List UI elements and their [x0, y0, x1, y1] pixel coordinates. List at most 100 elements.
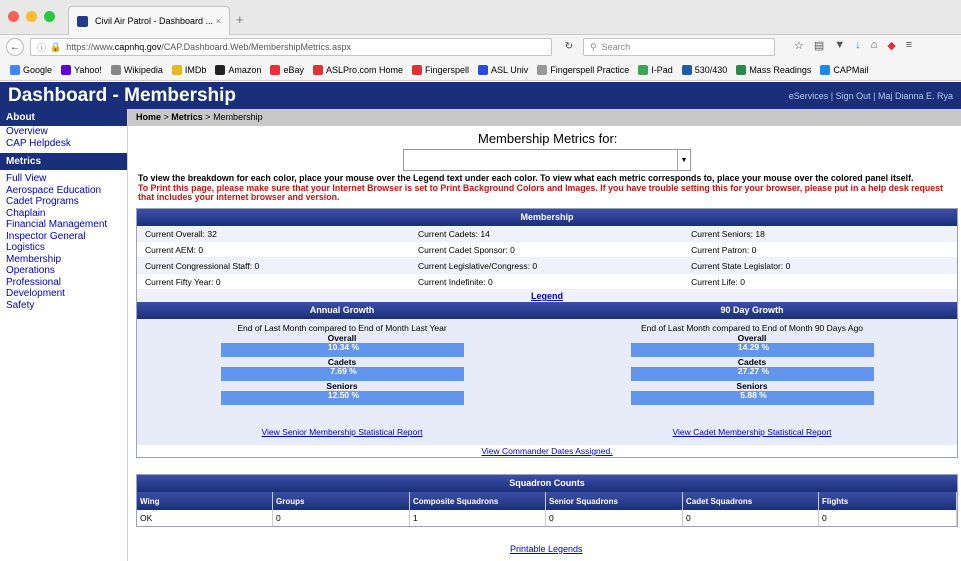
- bookmark-star-icon[interactable]: ☆: [794, 39, 804, 52]
- breadcrumb-metrics[interactable]: Metrics: [171, 112, 203, 122]
- growth-value: 5.88 %: [740, 390, 767, 400]
- bookmark-item[interactable]: Fingerspell: [412, 64, 469, 75]
- bookmark-item[interactable]: CAPMail: [820, 64, 869, 75]
- url-bar[interactable]: ⓘ 🔒 https://www. capnhq.gov/CAP.Dashboard…: [30, 38, 552, 56]
- breadcrumb-current: Membership: [213, 112, 263, 122]
- metric-cell[interactable]: Current Overall: 32: [137, 229, 410, 239]
- sidebar-item-overview[interactable]: Overview: [0, 126, 127, 138]
- sidebar-item-full-view[interactable]: Full View: [0, 173, 127, 185]
- sidebar-item-chaplain[interactable]: Chaplain: [0, 208, 127, 220]
- sidebar-item-inspector-general[interactable]: Inspector General: [0, 231, 127, 243]
- bookmark-item[interactable]: Amazon: [215, 64, 261, 75]
- dropdown-arrow-icon[interactable]: ▼: [677, 150, 690, 170]
- metric-cell[interactable]: Current State Legislator: 0: [683, 261, 956, 271]
- printable-legends-link[interactable]: Printable Legends: [510, 544, 583, 554]
- pocket-icon[interactable]: ▼: [834, 39, 845, 52]
- metrics-for-select[interactable]: ▼: [403, 149, 691, 171]
- bookmark-item[interactable]: Mass Readings: [736, 64, 811, 75]
- info-icon[interactable]: ⓘ: [37, 41, 46, 54]
- bookmark-label: ASL Univ: [491, 64, 529, 75]
- metric-cell[interactable]: Current Congressional Staff: 0: [137, 261, 410, 271]
- metrics-row: Current AEM: 0 Current Cadet Sponsor: 0 Cu…: [137, 242, 957, 258]
- bookmark-item[interactable]: Yahoo!: [61, 64, 102, 75]
- metric-cell[interactable]: Current Seniors: 18: [683, 229, 956, 239]
- bookmark-item[interactable]: Google: [10, 64, 52, 75]
- browser-search-input[interactable]: ⚲ Search: [583, 38, 775, 56]
- bookmark-item[interactable]: eBay: [270, 64, 304, 75]
- metrics-for-title: Membership Metrics for:: [478, 131, 618, 146]
- bookmark-favicon-icon: [171, 64, 182, 75]
- growth-value-bar[interactable]: 27.27 %: [630, 367, 874, 381]
- tab-title: Civil Air Patrol - Dashboard ...: [95, 16, 214, 26]
- metric-cell[interactable]: Current Cadets: 14: [410, 229, 683, 239]
- growth-value-bar[interactable]: 12.50 %: [220, 391, 464, 405]
- sidebar-item-membership[interactable]: Membership: [0, 254, 127, 266]
- bookmark-item[interactable]: IMDb: [171, 64, 207, 75]
- senior-report-link[interactable]: View Senior Membership Statistical Repor…: [137, 427, 547, 437]
- growth-value-bar[interactable]: 5.88 %: [630, 390, 874, 405]
- sidebar-item-safety[interactable]: Safety: [0, 300, 127, 312]
- metric-cell[interactable]: Current Patron: 0: [683, 245, 956, 255]
- back-arrow-icon[interactable]: ←: [6, 38, 24, 56]
- minimize-window-button[interactable]: [26, 11, 37, 22]
- squadron-table-header: Wing Groups Composite Squadrons Senior Squa…: [137, 492, 957, 510]
- growth-value-bar[interactable]: 7.69 %: [220, 367, 464, 381]
- growth-value-bar[interactable]: 10.34 %: [220, 343, 464, 357]
- maximize-window-button[interactable]: [44, 11, 55, 22]
- bookmark-item[interactable]: ASLPro.com Home: [312, 64, 403, 75]
- sidebar-item-aerospace-education[interactable]: Aerospace Education: [0, 185, 127, 197]
- bookmark-item[interactable]: 530/430: [681, 64, 727, 75]
- bookmark-item[interactable]: Fingerspell Practice: [537, 64, 629, 75]
- metric-cell[interactable]: Current AEM: 0: [137, 245, 410, 255]
- download-icon[interactable]: ↓: [855, 39, 861, 52]
- sidebar-heading-about: About: [0, 109, 127, 126]
- membership-metrics-grid[interactable]: Current Overall: 32 Current Cadets: 14 Cur…: [137, 226, 957, 290]
- bookmark-item[interactable]: ASL Univ: [478, 64, 529, 75]
- annual-growth-column: End of Last Month compared to End of Mon…: [137, 319, 547, 445]
- legend-link[interactable]: Legend: [137, 290, 957, 302]
- sidebar-item-cap-helpdesk[interactable]: CAP Helpdesk: [0, 138, 127, 150]
- bookmark-label: I-Pad: [651, 64, 673, 75]
- menu-icon[interactable]: ≡: [906, 39, 912, 52]
- sidebar-item-professional-development[interactable]: Professional Development: [0, 277, 127, 300]
- table-cell: 0: [273, 510, 410, 526]
- cadet-report-link[interactable]: View Cadet Membership Statistical Report: [547, 427, 957, 437]
- sidebar-item-operations[interactable]: Operations: [0, 265, 127, 277]
- table-row: OK 0 1 0 0 0: [137, 510, 957, 526]
- tab-close-icon[interactable]: ×: [216, 16, 221, 26]
- metric-cell[interactable]: Current Cadet Sponsor: 0: [410, 245, 683, 255]
- browser-tab[interactable]: Civil Air Patrol - Dashboard ... ×: [68, 6, 230, 35]
- sidebar-item-cadet-programs[interactable]: Cadet Programs: [0, 196, 127, 208]
- bookmark-label: eBay: [283, 64, 304, 75]
- url-prefix: https://www.: [66, 42, 115, 52]
- close-window-button[interactable]: [8, 11, 19, 22]
- reload-icon[interactable]: ↻: [558, 38, 580, 56]
- bookmark-favicon-icon: [110, 64, 121, 75]
- extension-icon[interactable]: ◆: [887, 39, 895, 52]
- metric-cell[interactable]: Current Fifty Year: 0: [137, 277, 410, 287]
- bookmark-item[interactable]: Wikipedia: [110, 64, 163, 75]
- column-header: Wing: [137, 492, 273, 510]
- sidebar-item-logistics[interactable]: Logistics: [0, 242, 127, 254]
- bookmark-item[interactable]: I-Pad: [638, 64, 673, 75]
- breadcrumb: Home > Metrics > Membership: [128, 109, 961, 126]
- toolbar-icons: ☆ ▤ ▼ ↓ ⌂ ◆ ≡: [794, 39, 912, 52]
- bookmark-label: CAPMail: [833, 64, 869, 75]
- growth-value-bar[interactable]: 14.29 %: [630, 343, 874, 357]
- table-cell: 1: [410, 510, 546, 526]
- breadcrumb-home[interactable]: Home: [136, 112, 161, 122]
- new-tab-button[interactable]: +: [236, 12, 244, 27]
- commander-dates-link[interactable]: View Commander Dates Assigned.: [137, 445, 957, 457]
- search-placeholder: Search: [601, 42, 631, 52]
- metric-cell[interactable]: Current Indefinite: 0: [410, 277, 683, 287]
- metric-cell[interactable]: Current Life: 0: [683, 277, 956, 287]
- table-cell: OK: [137, 510, 273, 526]
- sidebar-item-financial-management[interactable]: Financial Management: [0, 219, 127, 231]
- header-links[interactable]: eServices | Sign Out | Maj Dianna E. Rya: [789, 91, 953, 101]
- bookmark-favicon-icon: [478, 64, 489, 75]
- home-icon[interactable]: ⌂: [871, 39, 878, 52]
- metric-cell[interactable]: Current Legislative/Congress: 0: [410, 261, 683, 271]
- reading-list-icon[interactable]: ▤: [814, 39, 824, 52]
- bookmark-label: IMDb: [184, 64, 207, 75]
- bookmark-favicon-icon: [638, 64, 649, 75]
